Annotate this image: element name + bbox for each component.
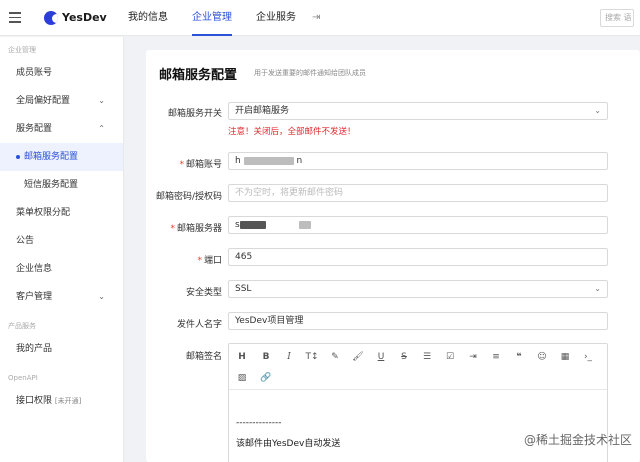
email-server-field[interactable]: s — [228, 216, 608, 234]
redacted-text — [239, 220, 266, 229]
font-size-icon[interactable]: T↕ — [305, 350, 319, 364]
sender-label: 发件人名字 — [176, 320, 222, 330]
chevron-up-icon: ⌃ — [98, 124, 105, 133]
sidebar-item-sms-config[interactable]: 短信服务配置 — [0, 171, 123, 199]
checkbox-icon[interactable]: ☑ — [443, 350, 457, 364]
email-password-field[interactable]: 不为空时，将更新邮件密码 — [228, 184, 608, 202]
status-badge: [未开通] — [54, 397, 82, 405]
align-icon[interactable]: ≡ — [489, 350, 503, 364]
redacted-text — [298, 220, 311, 229]
sidebar-item-label: 我的产品 — [16, 344, 53, 354]
brand-logo[interactable]: YesDev — [44, 10, 128, 25]
sidebar-item-customers[interactable]: 客户管理 ⌄ — [0, 283, 123, 311]
sidebar-item-label: 接口权限 — [16, 396, 53, 406]
sidebar: 企业管理 成员账号 全局偏好配置 ⌄ 服务配置 ⌃ 邮箱服务配置 短信服务配置 菜单… — [0, 37, 124, 462]
chevron-down-icon: ⌄ — [594, 284, 601, 293]
editor-content[interactable]: -------------- 该邮件由YesDev自动发送 — [229, 390, 607, 459]
strikethrough-icon[interactable]: S — [397, 350, 411, 364]
yesdev-logo-icon — [44, 10, 58, 25]
signature-label: 邮箱签名 — [185, 352, 222, 362]
brush-icon[interactable]: 🖌 — [351, 350, 365, 364]
chevron-down-icon: ⌄ — [98, 96, 105, 105]
sidebar-item-my-products[interactable]: 我的产品 — [0, 335, 123, 363]
logout-icon[interactable]: ⇥ — [312, 12, 320, 23]
search-input[interactable]: 搜索 语 — [600, 9, 634, 27]
sender-name-field[interactable]: YesDev项目管理 — [228, 312, 608, 330]
server-label: * 邮箱服务器 — [170, 224, 222, 234]
sidebar-item-global-prefs[interactable]: 全局偏好配置 ⌄ — [0, 87, 123, 115]
code-icon[interactable]: ›_ — [581, 350, 595, 364]
page-subtitle: 用于发送重要的邮件通知给团队成员 — [254, 69, 366, 77]
quote-icon[interactable]: ❝ — [512, 350, 526, 364]
port-label: * 端口 — [197, 256, 222, 266]
sidebar-item-label: 成员账号 — [16, 68, 53, 78]
link-icon[interactable]: 🔗 — [259, 371, 273, 385]
menu-toggle-icon[interactable] — [0, 0, 30, 36]
bullet-list-icon[interactable]: ☰ — [420, 350, 434, 364]
security-type-select[interactable]: SSL ⌄ — [228, 280, 608, 298]
brand-name: YesDev — [62, 11, 107, 24]
sidebar-item-email-config[interactable]: 邮箱服务配置 — [0, 143, 123, 171]
sidebar-item-label: 公告 — [16, 236, 35, 246]
sidebar-item-label: 菜单权限分配 — [16, 208, 71, 218]
sidebar-item-label: 企业信息 — [16, 264, 53, 274]
watermark: @稀土掘金技术社区 — [523, 433, 632, 447]
emoji-icon[interactable]: ☺ — [535, 350, 549, 364]
sidebar-group-enterprise: 企业管理 — [8, 46, 36, 54]
top-bar: YesDev 我的信息 企业管理 企业服务 ⇥ 搜索 语 — [0, 0, 640, 36]
nav-enterprise-service[interactable]: 企业服务 — [256, 0, 296, 36]
sidebar-item-label: 客户管理 — [16, 292, 53, 302]
indent-icon[interactable]: ⇥ — [466, 350, 480, 364]
chevron-down-icon: ⌄ — [98, 292, 105, 301]
redacted-text — [243, 156, 294, 165]
signature-separator: -------------- — [236, 418, 282, 428]
sidebar-item-api-permissions[interactable]: 接口权限 [未开通] — [0, 387, 123, 415]
sidebar-item-label: 邮箱服务配置 — [24, 152, 79, 162]
email-service-switch-select[interactable]: 开启邮箱服务 ⌄ — [228, 102, 608, 120]
image-icon[interactable]: ▨ — [235, 371, 249, 385]
bold-icon[interactable]: B — [259, 350, 273, 364]
sidebar-item-enterprise-info[interactable]: 企业信息 — [0, 255, 123, 283]
select-value: 开启邮箱服务 — [235, 106, 290, 116]
underline-icon[interactable]: U — [374, 350, 388, 364]
switch-label: 邮箱服务开关 — [167, 109, 222, 119]
heading-icon[interactable]: H — [235, 350, 249, 364]
sidebar-group-products: 产品服务 — [8, 322, 36, 330]
sidebar-item-label: 短信服务配置 — [24, 180, 79, 190]
email-account-field[interactable]: h n — [228, 152, 608, 170]
main-panel: 邮箱服务配置 用于发送重要的邮件通知给团队成员 邮箱服务开关 开启邮箱服务 ⌄ … — [146, 50, 640, 462]
warning-text: 注意！关闭后，全部邮件不发送！ — [228, 127, 356, 137]
editor-toolbar: H B I T↕ ✎ 🖌 U S ☰ ☑ ⇥ ≡ ❝ ☺ ▦ ›_ ▨ 🔗 — [229, 344, 607, 390]
table-icon[interactable]: ▦ — [558, 350, 572, 364]
security-label: 安全类型 — [185, 288, 222, 298]
page-title: 邮箱服务配置 — [159, 68, 238, 83]
italic-icon[interactable]: I — [282, 350, 296, 364]
account-label: * 邮箱账号 — [179, 160, 222, 170]
select-value: SSL — [235, 284, 252, 294]
sidebar-item-service-config[interactable]: 服务配置 ⌃ — [0, 115, 123, 143]
color-pen-icon[interactable]: ✎ — [328, 350, 342, 364]
sidebar-item-members[interactable]: 成员账号 — [0, 59, 123, 87]
sidebar-group-openapi: OpenAPI — [8, 374, 38, 382]
password-label: 邮箱密码/授权码 — [155, 192, 222, 202]
sidebar-item-menu-permissions[interactable]: 菜单权限分配 — [0, 199, 123, 227]
nav-enterprise-management[interactable]: 企业管理 — [192, 0, 232, 36]
nav-my-info[interactable]: 我的信息 — [128, 0, 168, 36]
sidebar-item-label: 服务配置 — [16, 124, 53, 134]
sidebar-item-label: 全局偏好配置 — [16, 96, 71, 106]
port-field[interactable]: 465 — [228, 248, 608, 266]
chevron-down-icon: ⌄ — [594, 106, 601, 115]
sidebar-item-announcement[interactable]: 公告 — [0, 227, 123, 255]
